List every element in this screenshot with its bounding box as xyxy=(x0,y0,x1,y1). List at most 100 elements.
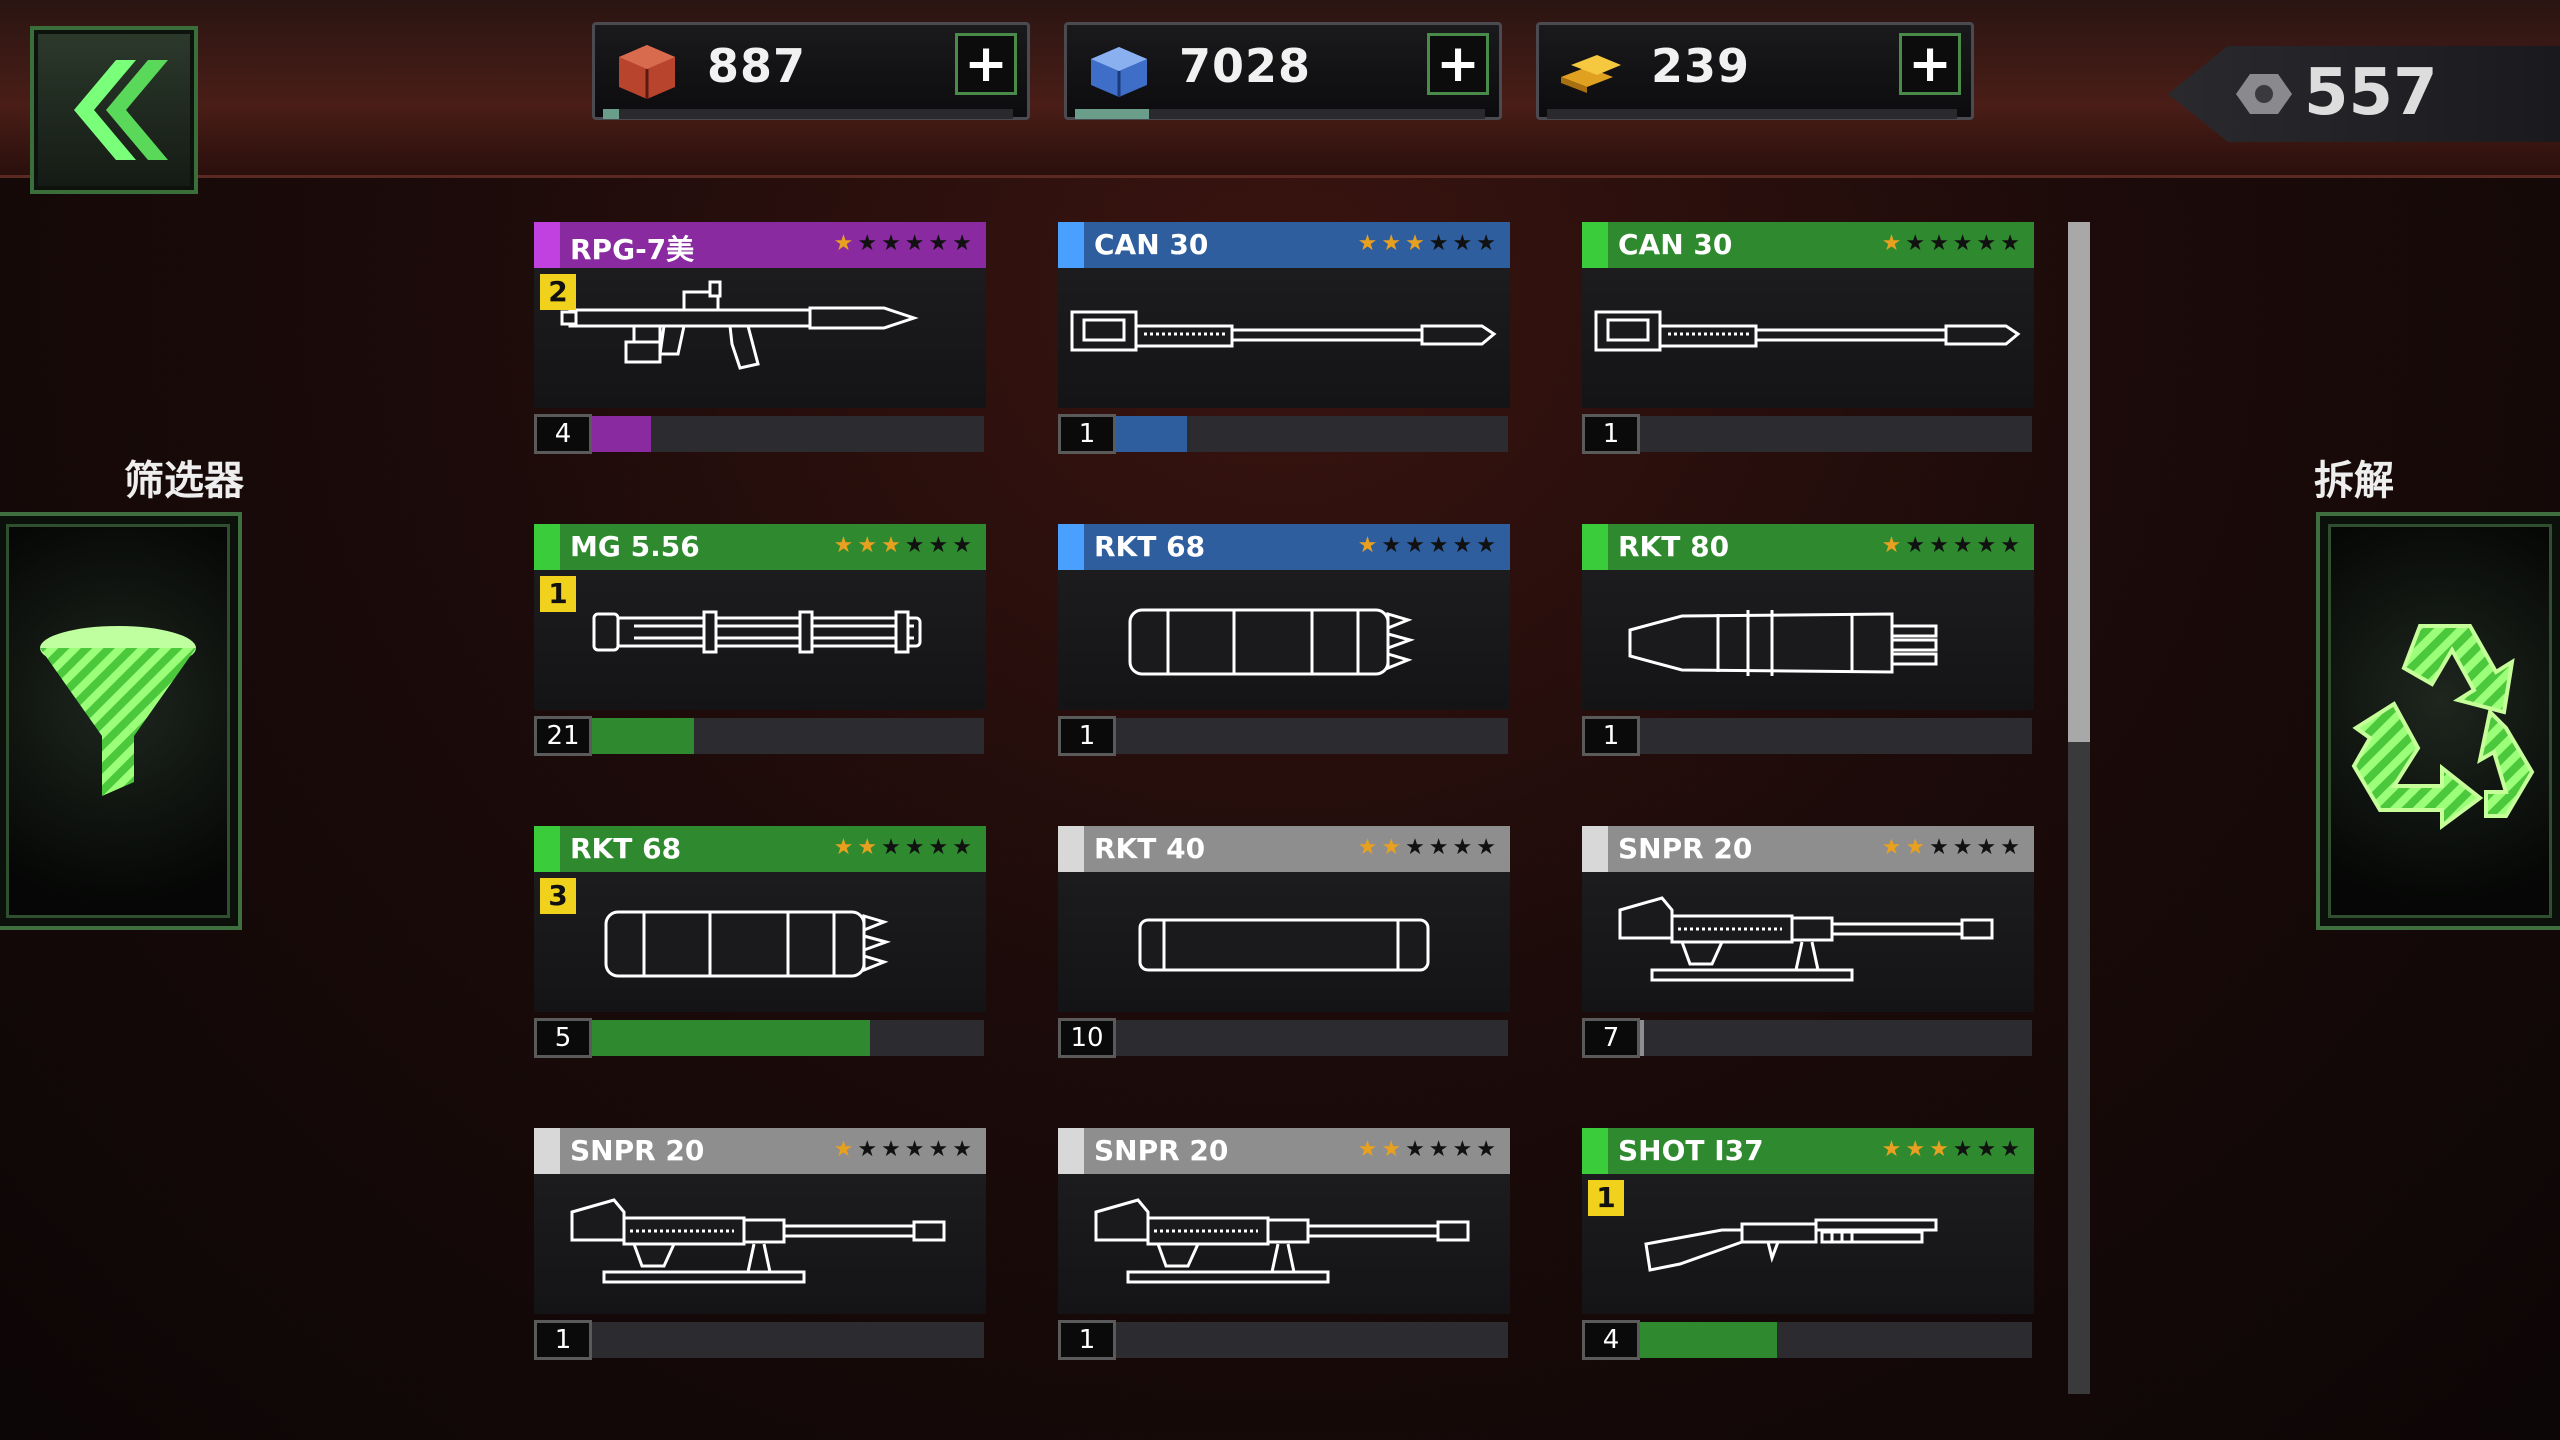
star-empty-icon: ★ xyxy=(1452,231,1473,256)
weapon-shotgun-icon xyxy=(1644,1218,1938,1272)
weapon-card[interactable]: RKT 68 ★ ★ ★ ★ ★ ★ 1 xyxy=(1058,524,1510,760)
star-empty-icon: ★ xyxy=(1929,231,1949,256)
card-header: RKT 68 ★ ★ ★ ★ ★ ★ xyxy=(1058,524,1510,570)
upgrade-progress-fill xyxy=(592,718,694,754)
star-filled-icon: ★ xyxy=(1905,835,1926,860)
star-empty-icon: ★ xyxy=(1476,533,1496,558)
star-filled-icon: ★ xyxy=(1881,1137,1902,1162)
upgrade-progress-fill xyxy=(592,1020,871,1056)
item-count: 1 xyxy=(1582,716,1640,756)
star-filled-icon: ★ xyxy=(833,1137,854,1162)
upgrade-progress-fill xyxy=(592,416,651,452)
rarity-marker xyxy=(1058,222,1084,268)
upgrade-progress-bar xyxy=(1640,1020,2032,1056)
resource-crates: 887 + xyxy=(592,22,1030,120)
weapon-card[interactable]: SNPR 20 ★ ★ ★ ★ ★ ★ 7 xyxy=(1582,826,2034,1062)
star-empty-icon: ★ xyxy=(1428,231,1449,256)
weapon-card[interactable]: MG 5.56 ★ ★ ★ ★ ★ ★ 1 21 xyxy=(534,524,986,760)
weapon-card[interactable]: RKT 80 ★ ★ ★ ★ ★ ★ 1 xyxy=(1582,524,2034,760)
star-filled-icon: ★ xyxy=(1381,231,1402,256)
crate-icon xyxy=(619,45,675,99)
card-header: RKT 68 ★ ★ ★ ★ ★ ★ xyxy=(534,826,986,872)
upgrade-progress-bar xyxy=(1640,416,2032,452)
weapon-image-area xyxy=(1582,872,2034,1012)
add-gold-button[interactable]: + xyxy=(1899,33,1961,95)
card-footer: 1 xyxy=(534,1320,986,1360)
add-crates-button[interactable]: + xyxy=(955,33,1017,95)
weapon-tube-icon xyxy=(1138,918,1430,972)
back-button[interactable] xyxy=(30,26,198,194)
star-empty-icon: ★ xyxy=(1952,1137,1973,1162)
new-count-badge: 1 xyxy=(1588,1180,1624,1216)
card-footer: 4 xyxy=(1582,1320,2034,1360)
star-filled-icon: ★ xyxy=(1381,835,1402,860)
weapon-name: SNPR 20 xyxy=(1094,1134,1229,1167)
upgrade-progress-bar xyxy=(592,416,984,452)
rarity-marker xyxy=(534,222,560,268)
scrollbar[interactable] xyxy=(2068,222,2090,1394)
rarity-marker xyxy=(534,1128,560,1174)
card-header: RPG-7美 ★ ★ ★ ★ ★ ★ xyxy=(534,222,986,268)
star-empty-icon: ★ xyxy=(1476,835,1496,860)
weapon-name: RKT 80 xyxy=(1618,530,1730,563)
weapon-rocketpod-icon xyxy=(1128,608,1415,676)
upgrade-progress-bar xyxy=(1116,416,1508,452)
dismantle-button[interactable] xyxy=(2316,512,2560,930)
upgrade-progress-fill xyxy=(1640,1322,1778,1358)
weapon-card[interactable]: SHOT I37 ★ ★ ★ ★ ★ ★ 1 4 xyxy=(1582,1128,2034,1364)
weapon-card[interactable]: SNPR 20 ★ ★ ★ ★ ★ ★ 1 xyxy=(1058,1128,1510,1364)
star-filled-icon: ★ xyxy=(1881,231,1902,256)
star-filled-icon: ★ xyxy=(1905,1137,1926,1162)
card-header: CAN 30 ★ ★ ★ ★ ★ ★ xyxy=(1582,222,2034,268)
resource-gold: 239 + xyxy=(1536,22,1974,120)
filter-button[interactable] xyxy=(0,512,242,930)
weapon-sniper-icon xyxy=(1094,1198,1470,1284)
card-header: SNPR 20 ★ ★ ★ ★ ★ ★ xyxy=(534,1128,986,1174)
weapon-card[interactable]: RKT 68 ★ ★ ★ ★ ★ ★ 3 5 xyxy=(534,826,986,1062)
star-rating: ★ ★ ★ ★ ★ ★ xyxy=(1358,532,1496,560)
weapon-card[interactable]: RPG-7美 ★ ★ ★ ★ ★ ★ 2 4 xyxy=(534,222,986,458)
card-header: SNPR 20 ★ ★ ★ ★ ★ ★ xyxy=(1582,826,2034,872)
star-empty-icon: ★ xyxy=(904,231,925,256)
card-header: CAN 30 ★ ★ ★ ★ ★ ★ xyxy=(1058,222,1510,268)
add-cubes-button[interactable]: + xyxy=(1427,33,1489,95)
scrollbar-thumb[interactable] xyxy=(2068,222,2090,742)
weapon-card[interactable]: SNPR 20 ★ ★ ★ ★ ★ ★ 1 xyxy=(534,1128,986,1364)
star-filled-icon: ★ xyxy=(881,533,901,558)
star-empty-icon: ★ xyxy=(1405,1137,1425,1162)
star-empty-icon: ★ xyxy=(1428,1137,1449,1162)
star-empty-icon: ★ xyxy=(1976,1137,1997,1162)
weapon-card[interactable]: CAN 30 ★ ★ ★ ★ ★ ★ 1 xyxy=(1058,222,1510,458)
item-count: 1 xyxy=(1058,716,1116,756)
upgrade-progress-bar xyxy=(1640,718,2032,754)
weapon-card[interactable]: CAN 30 ★ ★ ★ ★ ★ ★ 1 xyxy=(1582,222,2034,458)
star-empty-icon: ★ xyxy=(1452,533,1473,558)
card-footer: 7 xyxy=(1582,1018,2034,1058)
star-empty-icon: ★ xyxy=(1452,1137,1473,1162)
weapon-image-area xyxy=(534,1174,986,1314)
card-header: MG 5.56 ★ ★ ★ ★ ★ ★ xyxy=(534,524,986,570)
card-footer: 4 xyxy=(534,414,986,454)
star-filled-icon: ★ xyxy=(833,835,854,860)
weapon-name: RPG-7美 xyxy=(570,233,695,266)
rarity-marker xyxy=(1058,826,1084,872)
star-empty-icon: ★ xyxy=(881,231,901,256)
item-count: 21 xyxy=(534,716,592,756)
star-empty-icon: ★ xyxy=(928,231,949,256)
weapon-name: RKT 40 xyxy=(1094,832,1206,865)
card-header: SNPR 20 ★ ★ ★ ★ ★ ★ xyxy=(1058,1128,1510,1174)
weapon-sniper-icon xyxy=(1618,896,1994,982)
rarity-marker xyxy=(1582,1128,1608,1174)
star-empty-icon: ★ xyxy=(857,1137,878,1162)
weapon-card[interactable]: RKT 40 ★ ★ ★ ★ ★ ★ 10 xyxy=(1058,826,1510,1062)
star-filled-icon: ★ xyxy=(1357,1137,1378,1162)
star-rating: ★ ★ ★ ★ ★ ★ xyxy=(1882,230,2020,258)
star-rating: ★ ★ ★ ★ ★ ★ xyxy=(834,834,972,862)
crates-value: 887 xyxy=(707,39,807,93)
upgrade-progress-bar xyxy=(592,718,984,754)
star-empty-icon: ★ xyxy=(2000,231,2020,256)
star-rating: ★ ★ ★ ★ ★ ★ xyxy=(834,230,972,258)
star-filled-icon: ★ xyxy=(1881,835,1902,860)
star-empty-icon: ★ xyxy=(1405,835,1425,860)
card-footer: 1 xyxy=(1058,414,1510,454)
